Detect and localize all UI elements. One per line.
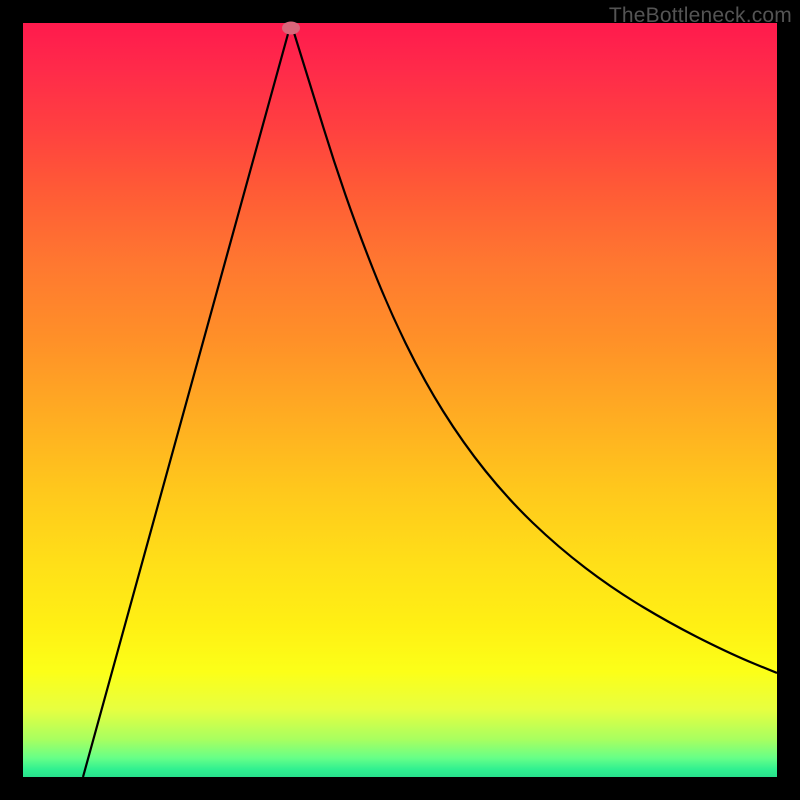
watermark-text: TheBottleneck.com bbox=[609, 4, 792, 28]
chart-plot-area bbox=[23, 23, 777, 777]
bottleneck-curve bbox=[23, 23, 777, 777]
minimum-marker bbox=[282, 22, 300, 35]
